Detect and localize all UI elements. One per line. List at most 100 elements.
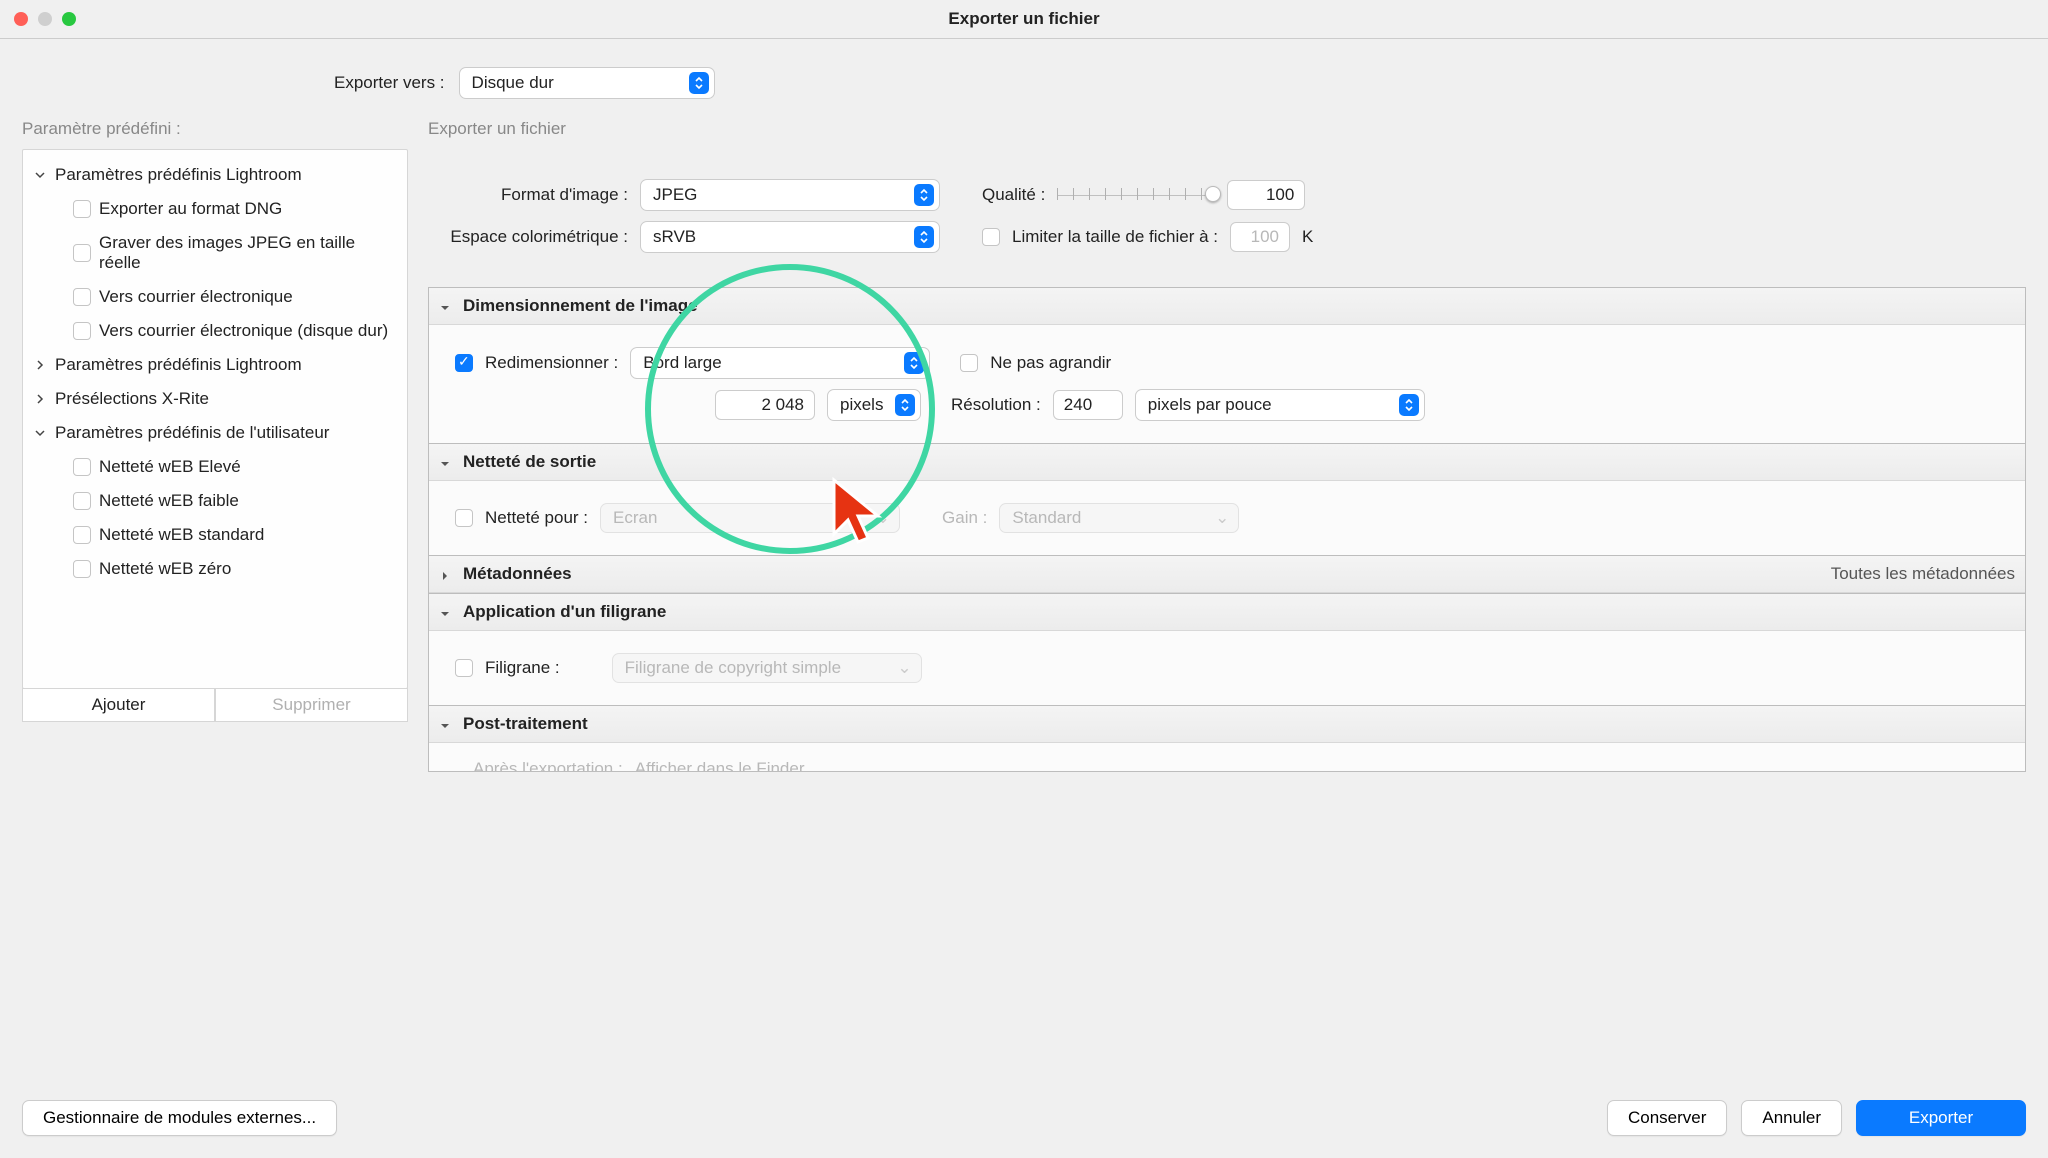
titlebar: Exporter un fichier [0,0,2048,38]
export-target-row: Exporter vers : Disque dur [0,39,2048,119]
no-enlarge-label: Ne pas agrandir [990,353,1111,373]
chevron-down-icon [439,717,453,731]
chevron-down-icon [439,455,453,469]
output-sharpening-header[interactable]: Netteté de sortie [429,444,2025,481]
gain-select[interactable]: Standard ⌄ [999,503,1239,533]
preset-group-label: Paramètres prédéfinis Lightroom [55,355,302,375]
colorspace-select[interactable]: sRVB [640,221,940,253]
image-sizing-header[interactable]: Dimensionnement de l'image [429,288,2025,325]
preset-item[interactable]: Vers courrier électronique [23,280,407,314]
export-settings: Exporter un fichier Format d'image : JPE… [428,119,2026,772]
preset-item[interactable]: Netteté wEB Elevé [23,450,407,484]
window-title: Exporter un fichier [0,9,2048,29]
output-sharpening-panel: Netteté de sortie Netteté pour : Ecran ⌄… [428,443,2026,556]
checkbox[interactable] [73,244,91,262]
resize-mode-select[interactable]: Bord large [630,347,930,379]
preset-buttons: Ajouter Supprimer [22,688,408,722]
export-to-select[interactable]: Disque dur [459,67,715,99]
metadata-summary: Toutes les métadonnées [1831,564,2015,584]
metadata-header[interactable]: Métadonnées Toutes les métadonnées [429,556,2025,593]
chevron-down-icon [439,605,453,619]
chevron-down-icon [439,299,453,313]
colorspace-label: Espace colorimétrique : [428,227,628,247]
checkbox[interactable] [73,288,91,306]
export-button[interactable]: Exporter [1856,1100,2026,1136]
watermark-header[interactable]: Application d'un filigrane [429,594,2025,631]
after-export-label: Après l'exportation : [473,759,623,771]
remove-preset-button[interactable]: Supprimer [215,688,408,722]
preset-heading: Paramètre prédéfini : [22,119,408,139]
chevron-down-icon [33,426,47,440]
checkbox[interactable] [73,492,91,510]
preset-group[interactable]: Paramètres prédéfinis Lightroom [23,158,407,192]
preset-sidebar: Paramètre prédéfini : Paramètres prédéfi… [22,119,408,772]
resize-checkbox[interactable] [455,354,473,372]
limit-filesize-label: Limiter la taille de fichier à : [1012,227,1218,247]
main-heading: Exporter un fichier [428,119,2026,139]
sharpen-for-label: Netteté pour : [485,508,588,528]
chevron-updown-icon [895,394,915,416]
file-settings-section: Format d'image : JPEG Qualité : 100 Espa… [428,157,2026,287]
add-preset-button[interactable]: Ajouter [22,688,215,722]
checkbox[interactable] [73,458,91,476]
no-enlarge-checkbox[interactable] [960,354,978,372]
chevron-right-icon [33,358,47,372]
preset-item[interactable]: Netteté wEB standard [23,518,407,552]
resize-label: Redimensionner : [485,353,618,373]
chevron-right-icon [439,567,453,581]
limit-filesize-input[interactable]: 100 [1230,222,1290,252]
save-button[interactable]: Conserver [1607,1100,1727,1136]
post-processing-header[interactable]: Post-traitement [429,706,2025,743]
preset-group[interactable]: Présélections X-Rite [23,382,407,416]
chevron-updown-icon [1399,394,1419,416]
quality-label: Qualité : [982,185,1045,205]
quality-input[interactable]: 100 [1227,180,1305,210]
preset-item[interactable]: Netteté wEB faible [23,484,407,518]
image-format-label: Format d'image : [428,185,628,205]
resolution-input[interactable]: 240 [1053,390,1123,420]
image-sizing-panel: Dimensionnement de l'image Redimensionne… [428,287,2026,444]
watermark-select[interactable]: Filigrane de copyright simple ⌄ [612,653,922,683]
limit-filesize-unit: K [1302,227,1313,247]
dimension-unit-select[interactable]: pixels [827,389,921,421]
watermark-checkbox[interactable] [455,659,473,677]
sharpen-for-select[interactable]: Ecran ⌄ [600,503,900,533]
preset-group[interactable]: Paramètres prédéfinis de l'utilisateur [23,416,407,450]
quality-slider[interactable] [1057,195,1215,201]
preset-item[interactable]: Exporter au format DNG [23,192,407,226]
dimension-input[interactable]: 2 048 [715,390,815,420]
chevron-updown-icon: ⌄ [1211,508,1233,528]
preset-group[interactable]: Paramètres prédéfinis Lightroom [23,348,407,382]
limit-filesize-checkbox[interactable] [982,228,1000,246]
watermark-panel: Application d'un filigrane Filigrane : F… [428,593,2026,706]
checkbox[interactable] [73,200,91,218]
chevron-right-icon [33,392,47,406]
checkbox[interactable] [73,526,91,544]
chevron-updown-icon: ⌄ [893,658,915,678]
metadata-panel: Métadonnées Toutes les métadonnées [428,555,2026,594]
preset-item[interactable]: Netteté wEB zéro [23,552,407,586]
export-to-value: Disque dur [472,73,554,93]
preset-item[interactable]: Vers courrier électronique (disque dur) [23,314,407,348]
gain-label: Gain : [942,508,987,528]
image-format-select[interactable]: JPEG [640,179,940,211]
chevron-updown-icon: ⌄ [872,508,894,528]
after-export-value: Afficher dans le Finder [635,759,805,771]
chevron-updown-icon [904,352,924,374]
chevron-down-icon [33,168,47,182]
chevron-updown-icon [689,72,709,94]
resolution-label: Résolution : [951,395,1041,415]
preset-tree: Paramètres prédéfinis Lightroom Exporter… [22,149,408,689]
watermark-label: Filigrane : [485,658,560,678]
sharpen-for-checkbox[interactable] [455,509,473,527]
cancel-button[interactable]: Annuler [1741,1100,1842,1136]
checkbox[interactable] [73,560,91,578]
resolution-unit-select[interactable]: pixels par pouce [1135,389,1425,421]
preset-group-label: Paramètres prédéfinis Lightroom [55,165,302,185]
slider-thumb[interactable] [1205,186,1221,202]
checkbox[interactable] [73,322,91,340]
preset-item[interactable]: Graver des images JPEG en taille réelle [23,226,407,280]
plugin-manager-button[interactable]: Gestionnaire de modules externes... [22,1100,337,1136]
preset-group-label: Présélections X-Rite [55,389,209,409]
export-to-label: Exporter vers : [334,73,445,93]
